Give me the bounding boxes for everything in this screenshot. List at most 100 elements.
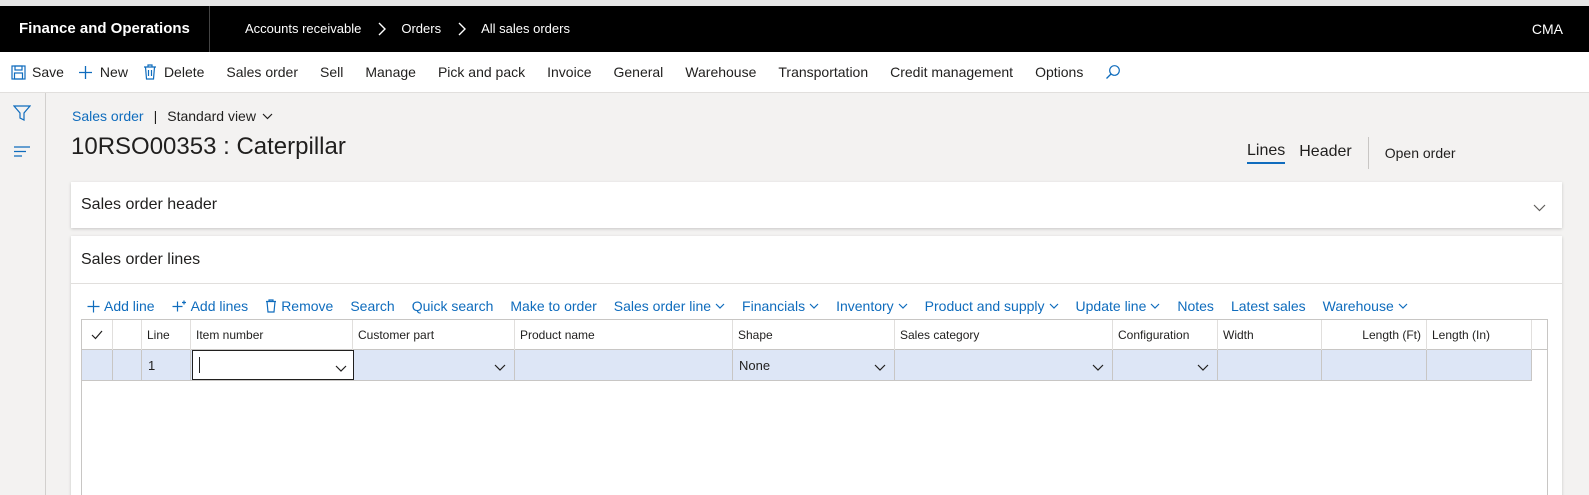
warehouse-menu[interactable]: Warehouse <box>1323 298 1408 314</box>
column-customer-part[interactable]: Customer part <box>353 320 515 350</box>
sales-order-header-section[interactable]: Sales order header <box>71 182 1562 228</box>
menu-options[interactable]: Options <box>1035 52 1083 93</box>
column-item-number[interactable]: Item number <box>191 320 353 350</box>
column-product-name[interactable]: Product name <box>515 320 733 350</box>
action-pane: Save New Delete Sales order Sell Manage … <box>0 52 1589 93</box>
menu-warehouse[interactable]: Warehouse <box>685 52 756 93</box>
remove-button[interactable]: Remove <box>265 298 333 314</box>
form-caption-link[interactable]: Sales order <box>72 108 144 124</box>
app-title[interactable]: Finance and Operations <box>19 20 190 37</box>
delete-button[interactable]: Delete <box>142 52 204 93</box>
grid-header: Line Item number Customer part Product n… <box>82 320 1547 350</box>
tab-header[interactable]: Header <box>1299 143 1351 163</box>
column-configuration[interactable]: Configuration <box>1113 320 1218 350</box>
search-button[interactable] <box>1105 52 1127 93</box>
column-line[interactable]: Line <box>142 320 191 350</box>
cell-width[interactable] <box>1218 350 1322 380</box>
quick-search-button[interactable]: Quick search <box>412 298 494 314</box>
chevron-right-icon <box>455 22 469 36</box>
chevron-down-icon[interactable] <box>1092 359 1104 374</box>
list-icon[interactable] <box>13 143 31 161</box>
column-length-ft[interactable]: Length (Ft) <box>1322 320 1427 350</box>
save-label: Save <box>32 64 64 80</box>
lines-toolbar: Add line Add lines Remove Search Quick s… <box>87 292 1425 320</box>
table-row[interactable]: 1 None <box>82 350 1532 381</box>
menu-general[interactable]: General <box>613 52 663 93</box>
column-width[interactable]: Width <box>1218 320 1322 350</box>
inventory-label: Inventory <box>836 298 894 314</box>
notes-button[interactable]: Notes <box>1177 298 1214 314</box>
left-navigation <box>0 93 46 495</box>
menu-sell[interactable]: Sell <box>320 52 343 93</box>
chevron-down-icon[interactable] <box>1197 359 1209 374</box>
page-title: 10RSO00353 : Caterpillar <box>71 133 346 160</box>
divider <box>71 283 1562 284</box>
menu-transportation[interactable]: Transportation <box>778 52 868 93</box>
make-to-order-button[interactable]: Make to order <box>510 298 596 314</box>
column-marker <box>113 320 142 350</box>
cell-length-in[interactable] <box>1427 350 1532 380</box>
select-all-checkbox[interactable] <box>82 320 113 350</box>
search-button[interactable]: Search <box>350 298 394 314</box>
product-and-supply-label: Product and supply <box>924 298 1045 314</box>
menu-invoice[interactable]: Invoice <box>547 52 591 93</box>
chevron-down-icon <box>1049 303 1059 309</box>
row-marker <box>113 350 142 380</box>
item-number-input[interactable] <box>192 350 354 380</box>
chevron-down-icon <box>898 303 908 309</box>
chevron-down-icon <box>262 113 273 119</box>
update-line-menu[interactable]: Update line <box>1076 298 1161 314</box>
latest-sales-button[interactable]: Latest sales <box>1231 298 1306 314</box>
save-button[interactable]: Save <box>10 52 64 93</box>
financials-menu[interactable]: Financials <box>742 298 819 314</box>
menu-pick-and-pack[interactable]: Pick and pack <box>438 52 525 93</box>
chevron-down-icon <box>809 303 819 309</box>
column-sales-category[interactable]: Sales category <box>895 320 1113 350</box>
view-selector-label: Standard view <box>167 108 256 124</box>
menu-sales-order[interactable]: Sales order <box>226 52 298 93</box>
plus-icon <box>78 64 94 80</box>
chevron-down-icon <box>715 303 725 309</box>
row-checkbox[interactable] <box>82 350 113 380</box>
breadcrumb-item-orders[interactable]: Orders <box>401 21 441 36</box>
add-lines-button[interactable]: Add lines <box>172 298 248 314</box>
search-icon <box>1105 64 1121 80</box>
chevron-down-icon <box>1150 303 1160 309</box>
shape-value: None <box>739 357 771 373</box>
financials-label: Financials <box>742 298 806 314</box>
cell-sales-category[interactable] <box>895 350 1113 380</box>
cell-length-ft[interactable] <box>1322 350 1427 380</box>
cell-shape[interactable]: None <box>733 350 895 380</box>
column-length-in[interactable]: Length (In) <box>1427 320 1532 350</box>
cell-configuration[interactable] <box>1113 350 1218 380</box>
tab-lines[interactable]: Lines <box>1247 142 1286 164</box>
remove-label: Remove <box>281 298 334 314</box>
menu-credit-management[interactable]: Credit management <box>890 52 1013 93</box>
view-selector[interactable]: Standard view <box>167 108 273 124</box>
breadcrumb-item-accounts-receivable[interactable]: Accounts receivable <box>245 21 361 36</box>
chevron-down-icon[interactable] <box>335 359 347 375</box>
new-button[interactable]: New <box>78 52 128 93</box>
trash-icon <box>265 299 277 313</box>
inventory-menu[interactable]: Inventory <box>836 298 908 314</box>
order-status: Open order <box>1384 145 1456 161</box>
menu-manage[interactable]: Manage <box>365 52 416 93</box>
add-line-button[interactable]: Add line <box>87 298 155 314</box>
sales-order-line-menu[interactable]: Sales order line <box>614 298 725 314</box>
company-picker[interactable]: CMA <box>1532 21 1563 37</box>
chevron-down-icon[interactable] <box>1533 199 1546 215</box>
chevron-down-icon[interactable] <box>494 359 506 374</box>
section-title: Sales order lines <box>81 251 201 268</box>
filter-icon[interactable] <box>12 104 32 122</box>
cell-product-name[interactable] <box>515 350 733 380</box>
chevron-down-icon <box>1398 303 1408 309</box>
product-and-supply-menu[interactable]: Product and supply <box>925 298 1059 314</box>
cell-customer-part[interactable] <box>354 350 515 380</box>
column-shape[interactable]: Shape <box>733 320 895 350</box>
chevron-down-icon[interactable] <box>874 359 886 374</box>
view-tabs: Lines Header Open order <box>1247 137 1456 169</box>
top-strip <box>0 0 1589 6</box>
delete-label: Delete <box>163 64 205 80</box>
breadcrumb-item-all-sales-orders[interactable]: All sales orders <box>481 21 570 36</box>
breadcrumb: Accounts receivable Orders All sales ord… <box>245 21 570 36</box>
